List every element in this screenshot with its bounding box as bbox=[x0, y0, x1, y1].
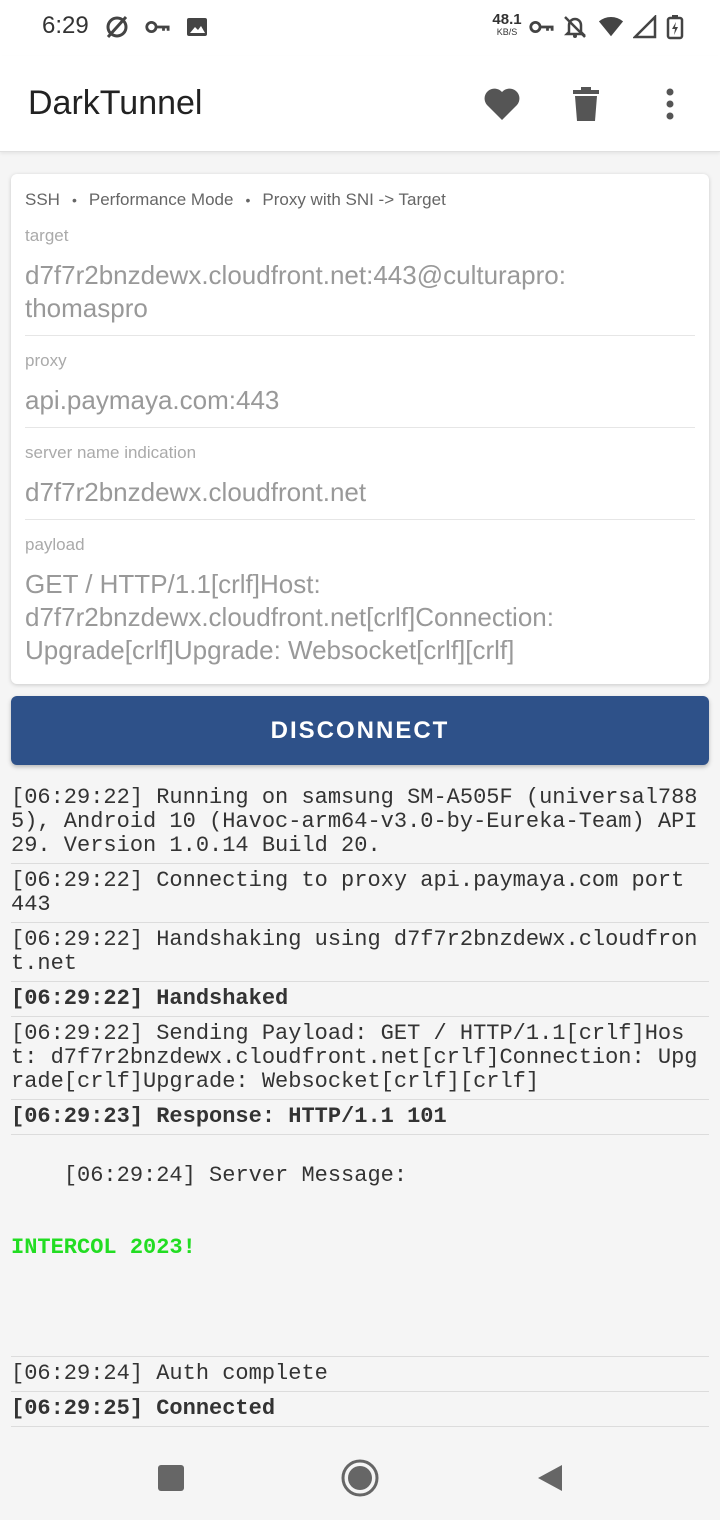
status-time: 6:29 bbox=[42, 12, 89, 39]
network-speed: 48.1 KB/S bbox=[488, 12, 526, 37]
log-entry-text: [06:29:24] Auth complete bbox=[11, 1361, 328, 1386]
cell-signal-icon bbox=[632, 14, 658, 40]
mode-connection: Proxy with SNI -> Target bbox=[262, 190, 446, 209]
mode-performance: Performance Mode bbox=[88, 190, 234, 209]
image-icon bbox=[184, 14, 210, 40]
back-triangle-icon[interactable] bbox=[528, 1456, 572, 1500]
recents-square-icon[interactable] bbox=[149, 1456, 193, 1500]
proxy-field[interactable]: proxy api.paymaya.com:443 bbox=[25, 351, 695, 428]
target-value: d7f7r2bnzdewx.cloudfront.net:443@cultura… bbox=[25, 260, 566, 323]
system-nav-bar bbox=[0, 1436, 720, 1520]
log-entry-text: [06:29:24] Server Message: bbox=[63, 1163, 408, 1188]
log-entry: [06:29:22] Handshaked bbox=[11, 987, 709, 1017]
sni-label: server name indication bbox=[25, 443, 197, 462]
log-entry-text: [06:29:22] Handshaking using d7f7r2bnzde… bbox=[11, 927, 698, 976]
more-vert-icon[interactable] bbox=[650, 84, 690, 124]
mode-protocol: SSH bbox=[25, 190, 60, 209]
log-entry-text: [06:29:22] Connecting to proxy api.payma… bbox=[11, 868, 698, 917]
disconnect-button[interactable]: DISCONNECT bbox=[11, 696, 709, 765]
data-saver-off-icon bbox=[104, 14, 130, 40]
log-entry: [06:29:23] Response: HTTP/1.1 101 bbox=[11, 1105, 709, 1135]
payload-value: GET / HTTP/1.1[crlf]Host: d7f7r2bnzdewx.… bbox=[25, 569, 554, 665]
status-bar: 6:29 48.1 KB/S bbox=[0, 0, 720, 56]
mode-separator: • bbox=[71, 192, 77, 208]
log-entry-text: [06:29:22] Running on samsung SM-A505F (… bbox=[11, 785, 711, 858]
log-entry-text: [06:29:22] Handshaked bbox=[11, 986, 289, 1011]
log-entry: [06:29:22] Sending Payload: GET / HTTP/1… bbox=[11, 1022, 709, 1100]
log-entry-text: [06:29:23] Response: HTTP/1.1 101 bbox=[11, 1104, 447, 1129]
network-speed-value: 48.1 bbox=[492, 11, 522, 28]
log-entry: [06:29:24] Auth complete bbox=[11, 1362, 709, 1392]
log-entry-text: [06:29:22] Sending Payload: GET / HTTP/1… bbox=[11, 1021, 698, 1094]
trash-icon[interactable] bbox=[566, 84, 606, 124]
battery-charging-icon bbox=[662, 14, 688, 40]
log-entry: [06:29:22] Connecting to proxy api.payma… bbox=[11, 869, 709, 923]
log-entry: [06:29:24] Server Message: INTERCOL 2023… bbox=[11, 1140, 709, 1357]
payload-label: payload bbox=[25, 535, 85, 554]
sni-field[interactable]: server name indication d7f7r2bnzdewx.clo… bbox=[25, 443, 695, 520]
vpn-key-icon bbox=[528, 14, 554, 40]
mode-separator: • bbox=[245, 192, 251, 208]
log-entry: [06:29:22] Handshaking using d7f7r2bnzde… bbox=[11, 928, 709, 982]
log-entry-text: [06:29:25] Connected bbox=[11, 1396, 276, 1421]
home-circle-icon[interactable] bbox=[338, 1456, 382, 1500]
proxy-label: proxy bbox=[25, 351, 67, 370]
proxy-value: api.paymaya.com:443 bbox=[25, 385, 280, 415]
connection-config-card: SSH • Performance Mode • Proxy with SNI -> T… bbox=[11, 174, 709, 684]
notifications-off-icon bbox=[562, 14, 588, 40]
log-entry: [06:29:25] Connected bbox=[11, 1397, 709, 1427]
target-label: target bbox=[25, 226, 69, 245]
target-field[interactable]: target d7f7r2bnzdewx.cloudfront.net:443@… bbox=[25, 226, 695, 336]
wifi-icon bbox=[598, 14, 624, 40]
vpn-key-icon bbox=[144, 14, 170, 40]
log-entry: [06:29:22] Running on samsung SM-A505F (… bbox=[11, 786, 709, 864]
app-title: DarkTunnel bbox=[28, 84, 203, 122]
app-bar: DarkTunnel bbox=[0, 56, 720, 152]
mode-summary[interactable]: SSH • Performance Mode • Proxy with SNI -> T… bbox=[25, 190, 446, 210]
heart-icon[interactable] bbox=[482, 84, 522, 124]
payload-field[interactable]: payload GET / HTTP/1.1[crlf]Host: d7f7r2… bbox=[25, 535, 695, 675]
server-message: INTERCOL 2023! bbox=[11, 1235, 196, 1260]
connection-log: [06:29:22] Running on samsung SM-A505F (… bbox=[11, 786, 709, 1432]
sni-value: d7f7r2bnzdewx.cloudfront.net bbox=[25, 477, 367, 507]
network-speed-unit: KB/S bbox=[496, 27, 518, 37]
